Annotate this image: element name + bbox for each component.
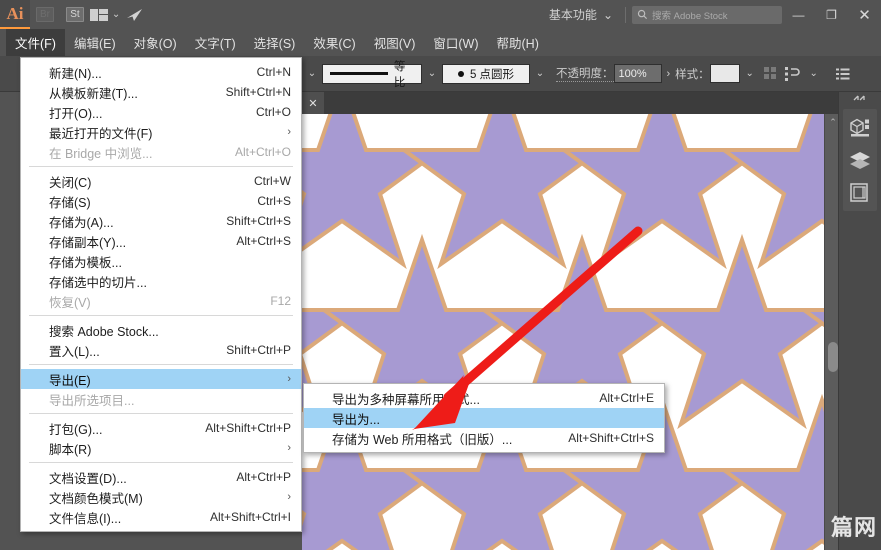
menu-item-export-selection: 导出所选项目... xyxy=(49,393,135,408)
menu-item-save-selected-slices[interactable]: 存储选中的切片... xyxy=(21,271,301,291)
search-icon xyxy=(637,9,648,20)
chevron-down-icon: ⌄ xyxy=(111,9,121,20)
menu-separator xyxy=(29,166,293,167)
menu-separator xyxy=(29,364,293,365)
arrange-documents-icon[interactable]: ⌄ xyxy=(89,0,121,29)
menu-separator xyxy=(29,413,293,414)
menu-item-open[interactable]: 打开(O)... Ctrl+O xyxy=(21,102,301,122)
opacity-expand-icon[interactable]: › xyxy=(662,68,676,80)
close-button[interactable]: ✕ xyxy=(848,0,881,29)
menu-object[interactable]: 对象(O) xyxy=(125,29,186,56)
menu-bar: 文件(F) 编辑(E) 对象(O) 文字(T) 选择(S) 效果(C) 视图(V… xyxy=(0,29,881,56)
stock-icon-label: St xyxy=(66,7,84,22)
menu-item-export[interactable]: 导出(E) › xyxy=(21,369,301,389)
style-label: 样式： xyxy=(675,68,710,81)
artboard[interactable] xyxy=(302,114,824,550)
menu-item-save[interactable]: 存储(S) Ctrl+S xyxy=(21,191,301,211)
dock-icon-group xyxy=(843,109,877,211)
collapse-panels-icon[interactable] xyxy=(839,92,881,106)
menu-edit[interactable]: 编辑(E) xyxy=(65,29,125,56)
artboards-panel-icon[interactable] xyxy=(847,181,873,205)
menu-item-export-as[interactable]: 导出为... xyxy=(304,408,664,428)
stroke-profile-combo[interactable]: 等比 xyxy=(322,61,422,89)
chevron-down-icon[interactable]: ⌄ xyxy=(302,64,322,84)
menu-item-save-for-web-legacy[interactable]: 存储为 Web 所用格式（旧版）... Alt+Shift+Ctrl+S xyxy=(304,428,664,448)
menu-file[interactable]: 文件(F) xyxy=(6,29,65,56)
window-controls: — ❐ ✕ xyxy=(782,0,881,29)
title-bar: Ai Br St ⌄ 基本功能 ⌄ 搜索 Adobe Stock — ❐ ✕ xyxy=(0,0,881,29)
brush-chevron-icon[interactable]: ⌄ xyxy=(530,64,550,84)
menu-item-place[interactable]: 置入(L)... Shift+Ctrl+P xyxy=(21,340,301,360)
opacity-input[interactable]: 100% xyxy=(613,64,662,83)
stock-search-placeholder: 搜索 Adobe Stock xyxy=(652,10,728,22)
workspace-label: 基本功能 xyxy=(548,8,597,22)
menu-separator xyxy=(29,315,293,316)
menu-type[interactable]: 文字(T) xyxy=(186,29,245,56)
menu-item-revert: 恢复(V) F12 xyxy=(49,294,291,310)
menu-item-document-setup[interactable]: 文档设置(D)... Alt+Ctrl+P xyxy=(21,467,301,487)
menu-item-export-for-screens[interactable]: 导出为多种屏幕所用格式... Alt+Ctrl+E xyxy=(304,388,664,408)
workspace-switcher[interactable]: 基本功能 ⌄ xyxy=(543,6,619,23)
menu-window[interactable]: 窗口(W) xyxy=(424,29,487,56)
menu-item-save-as-template[interactable]: 存储为模板... xyxy=(21,251,301,271)
menu-item-save-a-copy[interactable]: 存储副本(Y)... Alt+Ctrl+S xyxy=(21,231,301,251)
menu-view[interactable]: 视图(V) xyxy=(365,29,425,56)
submenu-arrow-icon: › xyxy=(287,491,291,503)
right-panel-dock xyxy=(838,92,881,550)
stroke-profile-chevron-icon[interactable]: ⌄ xyxy=(422,64,442,84)
export-submenu-dropdown[interactable]: 导出为多种屏幕所用格式... Alt+Ctrl+E 导出为... 存储为 Web… xyxy=(303,383,665,453)
close-document-icon[interactable]: ✕ xyxy=(302,92,324,114)
divider xyxy=(625,6,626,23)
menu-effect[interactable]: 效果(C) xyxy=(304,29,364,56)
align-icon[interactable] xyxy=(760,63,782,85)
app-logo-icon: Ai xyxy=(0,0,30,29)
bridge-icon-label: Br xyxy=(36,7,54,22)
panel-menu-icon[interactable] xyxy=(832,63,854,85)
layers-panel-icon[interactable] xyxy=(847,148,873,172)
minimize-button[interactable]: — xyxy=(782,0,815,29)
brush-label: 5 点圆形 xyxy=(469,68,515,81)
submenu-arrow-icon: › xyxy=(287,126,291,138)
menu-item-document-color-mode[interactable]: 文档颜色模式(M) › xyxy=(21,487,301,507)
behance-icon[interactable] xyxy=(120,0,150,29)
submenu-arrow-icon: › xyxy=(287,373,291,385)
maximize-button[interactable]: ❐ xyxy=(815,0,848,29)
bridge-icon[interactable]: Br xyxy=(30,0,60,29)
menu-help[interactable]: 帮助(H) xyxy=(488,29,548,56)
menu-separator xyxy=(29,462,293,463)
menu-item-file-info[interactable]: 文件信息(I)... Alt+Shift+Ctrl+I xyxy=(21,507,301,527)
stock-icon[interactable]: St xyxy=(60,0,90,29)
stroke-profile-label: 等比 xyxy=(393,60,406,89)
transform-icon[interactable] xyxy=(782,63,804,85)
illustrator-window: Ai Br St ⌄ 基本功能 ⌄ 搜索 Adobe Stock — ❐ ✕ 文… xyxy=(0,0,881,550)
brush-combo[interactable]: 5 点圆形 xyxy=(442,63,530,84)
menu-item-close[interactable]: 关闭(C) Ctrl+W xyxy=(21,171,301,191)
menu-item-search-adobe-stock[interactable]: 搜索 Adobe Stock... xyxy=(21,320,301,340)
symbols-panel-icon[interactable] xyxy=(847,115,873,139)
menu-item-package[interactable]: 打包(G)... Alt+Shift+Ctrl+P xyxy=(21,418,301,438)
transform-chevron-icon[interactable]: ⌄ xyxy=(804,64,824,84)
watermark: 篇网 xyxy=(830,515,877,540)
opacity-label: 不透明度： xyxy=(556,65,614,82)
brush-preview-icon xyxy=(457,70,464,77)
menu-item-new[interactable]: 新建(N)... Ctrl+N xyxy=(21,62,301,82)
menu-item-scripts[interactable]: 脚本(R) › xyxy=(21,438,301,458)
star-artwork xyxy=(302,114,824,550)
file-menu-dropdown[interactable]: 新建(N)... Ctrl+N 从模板新建(T)... Shift+Ctrl+N… xyxy=(20,57,302,532)
canvas-area[interactable]: ⌃ xyxy=(302,114,881,550)
menu-item-new-from-template[interactable]: 从模板新建(T)... Shift+Ctrl+N xyxy=(21,82,301,102)
style-chevron-icon[interactable]: ⌄ xyxy=(740,64,760,84)
stock-search-input[interactable]: 搜索 Adobe Stock xyxy=(632,5,782,24)
stroke-preview-icon xyxy=(330,72,388,75)
menu-select[interactable]: 选择(S) xyxy=(245,29,305,56)
menu-item-browse-in-bridge: 在 Bridge 中浏览... Alt+Ctrl+O xyxy=(49,145,291,161)
menu-item-save-as[interactable]: 存储为(A)... Shift+Ctrl+S xyxy=(21,211,301,231)
scrollbar-thumb[interactable] xyxy=(828,342,838,372)
submenu-arrow-icon: › xyxy=(287,442,291,454)
style-swatch[interactable] xyxy=(709,64,740,83)
menu-item-open-recent[interactable]: 最近打开的文件(F) › xyxy=(21,122,301,142)
chevron-down-icon: ⌄ xyxy=(602,7,613,22)
document-tab-bar: ✕ xyxy=(302,92,881,114)
